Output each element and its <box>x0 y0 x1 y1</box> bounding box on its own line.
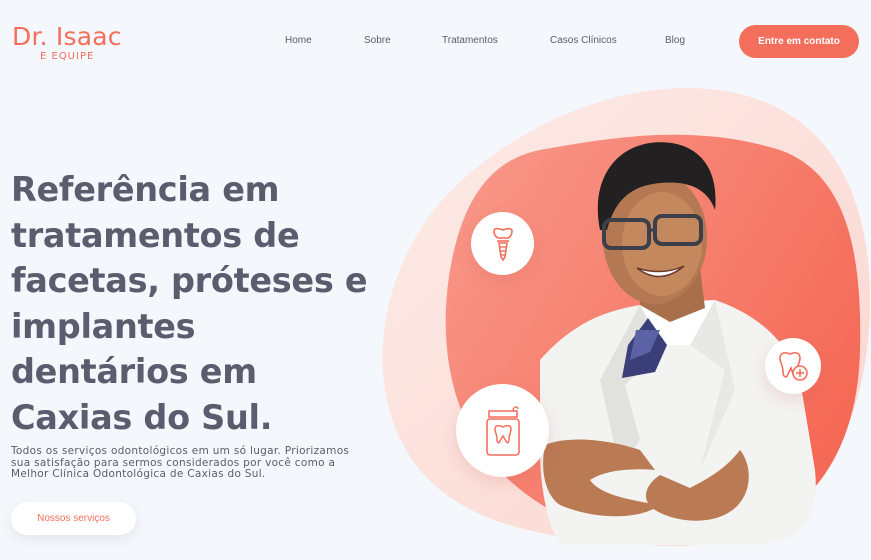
dental-floss-badge <box>456 384 549 477</box>
nav-item-sobre[interactable]: Sobre <box>364 35 391 46</box>
headline-line: dentários em <box>11 352 257 391</box>
dental-implant-badge <box>471 212 534 275</box>
nav-item-casos-clinicos[interactable]: Casos Clínicos <box>550 35 617 46</box>
hero-description: Todos os serviços odontológicos em um só… <box>11 445 411 481</box>
nav-item-home[interactable]: Home <box>285 35 312 46</box>
dental-floss-icon <box>485 405 520 456</box>
dental-implant-icon <box>492 227 513 261</box>
description-line: Todos os serviços odontológicos em um só… <box>11 445 350 457</box>
headline-line: Referência em <box>11 170 280 209</box>
nav-item-blog[interactable]: Blog <box>665 35 685 46</box>
tooth-plus-icon <box>779 352 808 381</box>
contact-button[interactable]: Entre em contato <box>739 25 859 58</box>
headline-line: implantes <box>11 306 196 346</box>
brand-subtitle: E EQUIPE <box>40 51 95 62</box>
nav-item-tratamentos[interactable]: Tratamentos <box>442 35 498 46</box>
services-button[interactable]: Nossos serviços <box>11 502 136 535</box>
hero-headline: Referência em tratamentos de facetas, pr… <box>11 167 431 440</box>
headline-line: facetas, próteses e <box>11 261 368 300</box>
headline-line: Caxias do Sul. <box>11 397 273 437</box>
description-line: Melhor Clínica Odontológica de Caxias do… <box>11 468 266 480</box>
tooth-plus-badge <box>765 338 821 394</box>
headline-line: tratamentos de <box>11 215 300 255</box>
